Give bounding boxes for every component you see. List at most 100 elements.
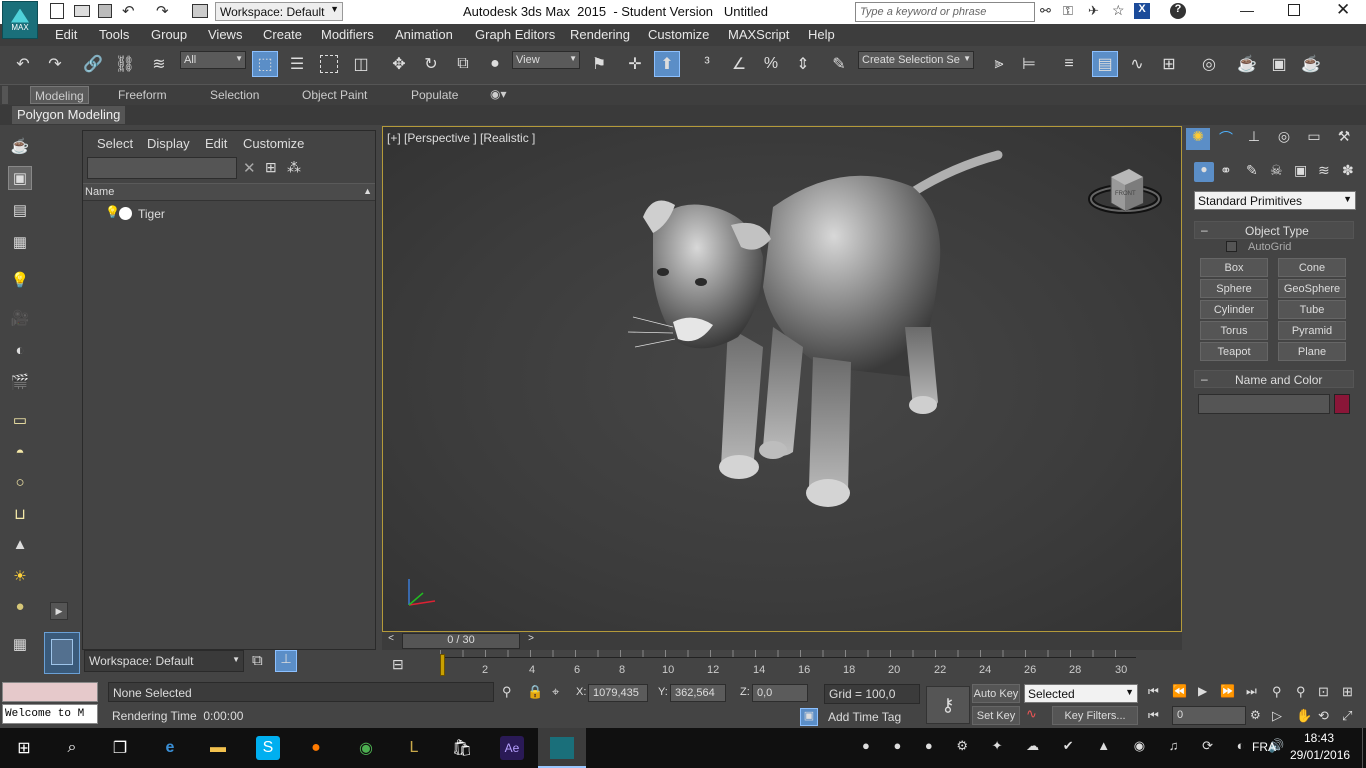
teapot-icon[interactable]: ☕ <box>8 134 32 158</box>
hemisphere-icon[interactable]: ◓ <box>8 440 32 464</box>
select-manipulate-icon[interactable]: ✛ <box>622 51 648 77</box>
time-configuration-icon[interactable]: ⚙ <box>1250 708 1261 722</box>
redo-icon[interactable]: ↷ <box>156 2 169 20</box>
autogrid-checkbox[interactable] <box>1226 241 1237 252</box>
zoom-extents-icon[interactable]: ⊡ <box>1318 684 1329 700</box>
render-setup-icon[interactable]: ☕ <box>1234 51 1260 77</box>
create-tab-icon[interactable]: ✺ <box>1186 128 1210 150</box>
angle-snap-icon[interactable]: ∠ <box>726 51 752 77</box>
percent-snap-icon[interactable]: % <box>758 51 784 77</box>
layer-explorer-icon[interactable]: ≡ <box>1056 51 1082 77</box>
undo-icon[interactable]: ↶ <box>122 2 135 20</box>
prev-frame-button[interactable]: < <box>384 633 398 648</box>
viewcube[interactable]: FRONT <box>1087 163 1163 217</box>
chrome-icon[interactable]: ◉ <box>354 736 378 760</box>
utilities-tab-icon[interactable]: ⚒ <box>1332 128 1356 150</box>
object-type-rollout[interactable]: – Object Type <box>1194 221 1354 239</box>
maximize-button[interactable] <box>1288 4 1300 16</box>
zoom-extents-all-icon[interactable]: ⊞ <box>1342 684 1353 700</box>
help-icon[interactable]: ? <box>1170 3 1186 19</box>
after-effects-icon[interactable]: Ae <box>500 736 524 760</box>
light-icon[interactable]: 💡 <box>8 268 32 292</box>
display-tab-icon[interactable]: ▭ <box>1302 128 1326 150</box>
z-coordinate-field[interactable]: 0,0 <box>752 684 808 702</box>
teapot-button[interactable]: Teapot <box>1200 342 1268 361</box>
key-tangent-icon[interactable]: ∿ <box>1026 706 1048 725</box>
rectangular-selection-icon[interactable] <box>316 51 342 77</box>
menu-group[interactable]: Group <box>151 27 187 42</box>
expand-arrow-icon[interactable]: ▶ <box>50 602 68 620</box>
set-key-button[interactable]: Set Key <box>972 706 1020 725</box>
filter-options-icon[interactable]: ⁂ <box>287 159 301 176</box>
schematic-view-icon[interactable]: ⊞ <box>1156 51 1182 77</box>
workspace-selector[interactable]: Workspace: Default ▼ <box>84 650 244 672</box>
tube-button[interactable]: Tube <box>1278 300 1346 319</box>
render-production-icon[interactable]: ☕ <box>1298 51 1324 77</box>
clock-time[interactable]: 18:43 <box>1304 731 1334 745</box>
scene-menu-customize[interactable]: Customize <box>243 136 304 151</box>
menu-customize[interactable]: Customize <box>648 27 709 42</box>
camera-icon[interactable]: 🎥 <box>8 306 32 330</box>
search-box[interactable]: Type a keyword or phrase <box>855 2 1035 22</box>
shapes-category-icon[interactable]: ⚭ <box>1220 162 1232 179</box>
polygon-modeling-panel[interactable]: Polygon Modeling <box>0 105 1366 125</box>
tab-modeling[interactable]: Modeling <box>30 86 89 104</box>
helpers-category-icon[interactable]: ▣ <box>1294 162 1307 179</box>
save-icon[interactable] <box>98 4 112 18</box>
plane-button[interactable]: Plane <box>1278 342 1346 361</box>
sun-icon[interactable]: ☀ <box>8 564 32 588</box>
track-bar[interactable]: 2 4 6 8 10 12 14 16 18 20 22 24 26 28 30 <box>440 650 1140 680</box>
open-icon[interactable] <box>74 5 90 17</box>
key-filters-button[interactable]: Key Filters... <box>1052 706 1138 725</box>
scene-menu-select[interactable]: Select <box>97 136 133 151</box>
align-icon[interactable]: ⊨ <box>1016 51 1042 77</box>
box-primitive-icon[interactable]: ▭ <box>8 408 32 432</box>
modify-tab-icon[interactable]: ⌒ <box>1214 128 1238 150</box>
spacewarps-category-icon[interactable]: ≋ <box>1318 162 1330 179</box>
viewport-label[interactable]: [+] [Perspective ] [Realistic ] <box>387 131 535 145</box>
torus-button[interactable]: Torus <box>1200 321 1268 340</box>
field-of-view-icon[interactable]: ▷ <box>1272 708 1282 724</box>
show-desktop-strip[interactable] <box>1362 728 1366 768</box>
auto-key-button[interactable]: Auto Key <box>972 684 1020 703</box>
helper-icon[interactable]: ◐ <box>8 338 32 362</box>
language-indicator[interactable]: FRA <box>1252 740 1276 754</box>
maxscript-listener-top[interactable] <box>2 682 98 702</box>
workspace-dropdown[interactable]: Workspace: Default ▼ <box>215 2 343 21</box>
key-mode-dropdown[interactable]: Selected ▼ <box>1024 684 1138 703</box>
hierarchy-sort-icon[interactable]: ⊥ <box>275 650 297 672</box>
undo-icon[interactable]: ↶ <box>10 51 36 77</box>
scene-search-input[interactable] <box>87 157 237 179</box>
motion-tab-icon[interactable]: ◎ <box>1272 128 1296 150</box>
add-time-tag[interactable]: Add Time Tag <box>824 708 920 726</box>
scene-menu-edit[interactable]: Edit <box>205 136 227 151</box>
move-icon[interactable]: ✥ <box>386 51 412 77</box>
exchange-icon[interactable]: X <box>1134 3 1150 19</box>
skype-icon[interactable]: S <box>256 736 280 760</box>
select-object-icon[interactable]: ⬚ <box>252 51 278 77</box>
modifier-list-icon[interactable]: ▣ <box>8 166 32 190</box>
pivot-center-icon[interactable]: ⚑ <box>586 51 612 77</box>
isolate-selection-icon[interactable]: ⚲ <box>502 684 512 700</box>
redo-icon[interactable]: ↷ <box>42 51 68 77</box>
spinner-snap-icon[interactable]: ⇕ <box>790 51 816 77</box>
rotate-icon[interactable]: ↻ <box>418 51 444 77</box>
grid-tool-icon[interactable]: ▦ <box>8 632 32 656</box>
layer-sort-icon[interactable]: ⧉ <box>252 652 263 669</box>
current-frame-field[interactable]: 0 <box>1172 706 1246 725</box>
keyboard-shortcut-toggle-icon[interactable]: ⬆ <box>654 51 680 77</box>
next-frame-icon[interactable]: ⏩ <box>1220 684 1235 698</box>
time-slider-thumb[interactable]: 0 / 30 <box>402 633 520 649</box>
sphere-button[interactable]: Sphere <box>1200 279 1268 298</box>
sphere-primitive-icon[interactable]: ○ <box>8 470 32 494</box>
hierarchy-tab-icon[interactable]: ⊥ <box>1242 128 1266 150</box>
y-coordinate-field[interactable]: 362,564 <box>670 684 726 702</box>
box-button[interactable]: Box <box>1200 258 1268 277</box>
search-icon[interactable]: ⌕ <box>60 736 84 760</box>
material-editor-icon[interactable]: ◎ <box>1196 51 1222 77</box>
menu-modifiers[interactable]: Modifiers <box>321 27 374 42</box>
snaps-toggle-icon[interactable]: ³ <box>694 51 720 77</box>
link-icon[interactable]: 🔗 <box>80 51 106 77</box>
unlink-icon[interactable]: ⛓ <box>112 51 138 77</box>
toggle-scene-explorer-icon[interactable]: ▤ <box>1092 51 1118 77</box>
